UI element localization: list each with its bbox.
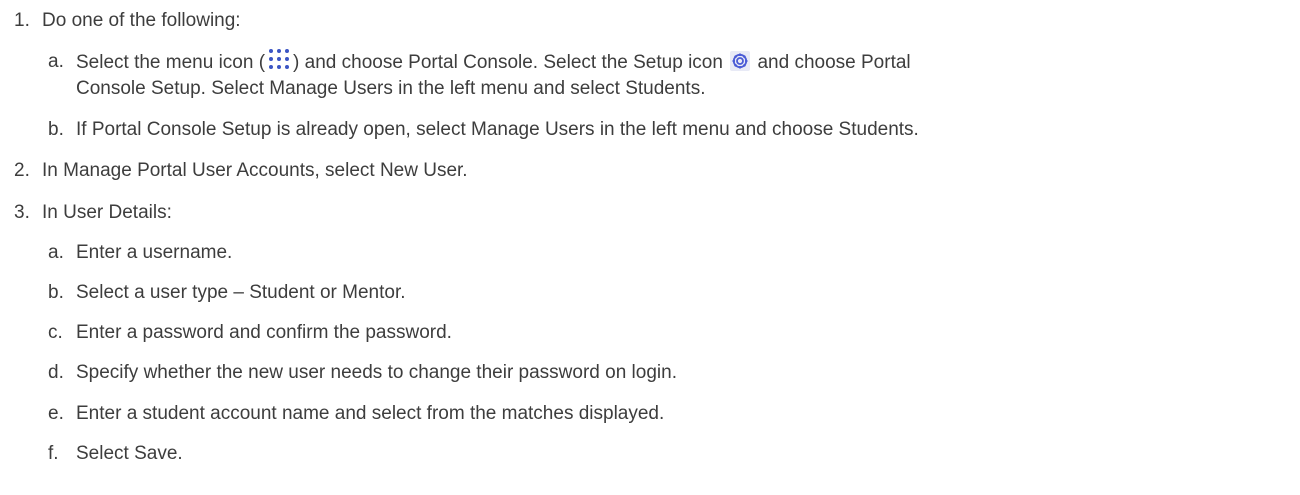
step-3c: c. Enter a password and confirm the pass…: [0, 319, 1300, 347]
sub-step-letter: a.: [48, 51, 64, 72]
step-number: 2.: [14, 160, 30, 181]
setup-gear-icon: [730, 51, 751, 71]
sub-step-text: Select Save.: [76, 443, 183, 464]
sub-step-text: Enter a student account name and select …: [76, 403, 665, 424]
sub-step-text: Select a user type – Student or Mentor.: [76, 282, 406, 303]
sub-step-letter: e.: [48, 403, 64, 424]
sub-step-text: Select the menu icon ( ) and choose Port…: [76, 48, 911, 77]
menu-dots-icon: [265, 48, 293, 70]
step-text: Do one of the following:: [42, 10, 241, 31]
step-number: 1.: [14, 10, 30, 31]
step-3d: d. Specify whether the new user needs to…: [0, 359, 1300, 387]
step-text: In User Details:: [42, 202, 172, 223]
step-2: 2. In Manage Portal User Accounts, selec…: [0, 157, 1300, 185]
sub-step-letter: f.: [48, 443, 59, 464]
sub-step-letter: c.: [48, 322, 63, 343]
sub-step-letter: a.: [48, 242, 64, 263]
sub-step-letter: b.: [48, 119, 64, 140]
sub-step-text: Specify whether the new user needs to ch…: [76, 362, 677, 383]
step-1b: b. If Portal Console Setup is already op…: [0, 116, 1300, 144]
sub-step-text: Enter a username.: [76, 242, 233, 263]
sub-step-letter: d.: [48, 362, 64, 383]
sub-step-text-part: and choose Portal: [757, 52, 911, 73]
step-3f: f. Select Save.: [0, 440, 1300, 468]
sub-step-text-part: Select the menu icon (: [76, 52, 266, 73]
sub-step-letter: b.: [48, 282, 64, 303]
step-3b: b. Select a user type – Student or Mento…: [0, 279, 1300, 307]
sub-step-text: If Portal Console Setup is already open,…: [76, 119, 919, 140]
instruction-document: 1. Do one of the following: a. Select th…: [0, 0, 1300, 495]
step-1a: a. Select the menu icon ( ) and choose P…: [0, 48, 1300, 76]
sub-step-text: Console Setup. Select Manage Users in th…: [76, 78, 706, 99]
step-number: 3.: [14, 202, 30, 223]
sub-step-text-part: ) and choose Portal Console. Select the …: [293, 52, 723, 73]
step-3e: e. Enter a student account name and sele…: [0, 400, 1300, 428]
step-1: 1. Do one of the following:: [0, 7, 1300, 35]
sub-step-text: Enter a password and confirm the passwor…: [76, 322, 452, 343]
step-3a: a. Enter a username.: [0, 239, 1300, 267]
step-3: 3. In User Details:: [0, 199, 1300, 227]
step-text: In Manage Portal User Accounts, select N…: [42, 160, 468, 181]
step-1a-continued: Console Setup. Select Manage Users in th…: [0, 75, 1300, 103]
